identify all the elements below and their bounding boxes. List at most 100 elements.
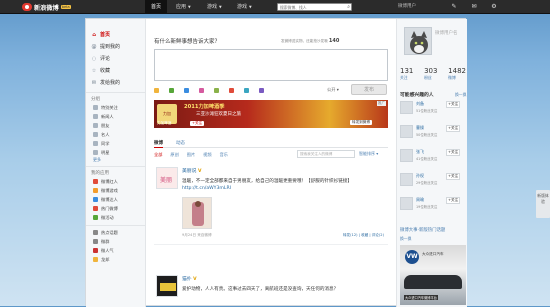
group-item[interactable]: 明星: [86, 148, 145, 157]
tool-video[interactable]: [184, 86, 199, 95]
follow-button[interactable]: +关注: [446, 149, 461, 156]
recommend-person: 张飞 41位粉丝关注 +关注: [400, 149, 466, 167]
filter-images[interactable]: 图片: [187, 152, 195, 160]
search-icon[interactable]: ⌕: [347, 4, 350, 10]
app-item[interactable]: 微博游戏: [86, 186, 145, 195]
nav-home[interactable]: 首页: [145, 0, 168, 14]
app-item[interactable]: 微博达人: [86, 195, 145, 204]
filter-video[interactable]: 视频: [203, 152, 211, 160]
feed-photo[interactable]: [182, 197, 212, 229]
group-item[interactable]: 新闻人: [86, 112, 145, 121]
new-version-button[interactable]: 新版体验: [536, 190, 550, 218]
bottom-item[interactable]: 微群: [86, 237, 145, 246]
tool-emoji[interactable]: [154, 86, 169, 95]
stat-followers[interactable]: 303 粉丝: [424, 67, 437, 81]
avatar[interactable]: [156, 275, 178, 297]
avatar[interactable]: [400, 197, 413, 210]
profile-name[interactable]: 微博用户名: [435, 30, 458, 36]
sidebar-item-mentions[interactable]: @ 提到我的: [86, 41, 145, 53]
group-item[interactable]: 朋友: [86, 121, 145, 130]
hot-topics-title[interactable]: 微博大事·新版热门话题: [400, 227, 445, 233]
app-item[interactable]: 微活动: [86, 213, 145, 222]
tool-long[interactable]: [259, 86, 274, 95]
star-icon: ☆: [91, 68, 97, 74]
avatar[interactable]: [400, 149, 413, 162]
avatar[interactable]: [400, 101, 413, 114]
feed-author[interactable]: 美丽说 V: [182, 167, 201, 174]
feed-search-input[interactable]: 搜索我关注人的微博: [297, 150, 355, 158]
nav-apps[interactable]: 应用 ▼: [170, 0, 197, 14]
mail-icon[interactable]: ✉: [470, 3, 478, 11]
sort-dropdown[interactable]: 智能排序 ▾: [359, 151, 378, 157]
publish-button[interactable]: 发布: [351, 84, 387, 95]
feed-actions[interactable]: 转发(12) | 收藏 | 评论(2): [343, 233, 384, 238]
tool-vote[interactable]: [244, 86, 259, 95]
follow-button[interactable]: +关注: [446, 197, 461, 204]
username-link[interactable]: 微博用户: [398, 0, 416, 14]
follow-button[interactable]: +关注: [446, 125, 461, 132]
sina-weibo-logo[interactable]: 新浪微博 beta: [22, 2, 71, 12]
settings-icon[interactable]: ⚙: [490, 3, 498, 11]
promo-subline: 三亚沙滩狂欢夏日之旅: [196, 112, 241, 117]
person-name[interactable]: 刘备: [416, 101, 424, 107]
tool-image[interactable]: [169, 86, 184, 95]
group-more-link[interactable]: 更多: [86, 157, 145, 163]
sidebar-item-home[interactable]: ⌂ 首页: [86, 29, 145, 41]
stat-following[interactable]: 131 关注: [400, 67, 413, 81]
nav-games-2[interactable]: 游戏 ▼: [231, 0, 258, 14]
center-column: 有什么新鲜事想告诉大家？ 发微博送实物，还能抢沙发哦 140 公开 ▾ 发布 力…: [147, 19, 395, 307]
avatar[interactable]: [400, 125, 413, 138]
visibility-dropdown[interactable]: 公开 ▾: [327, 87, 339, 93]
tab-dynamic[interactable]: 动态: [176, 140, 185, 146]
tool-music[interactable]: [199, 86, 214, 95]
group-item[interactable]: 名人: [86, 130, 145, 139]
filter-original[interactable]: 原创: [170, 152, 178, 160]
emoji-icon: [154, 88, 159, 93]
stat-posts[interactable]: 1482 微博: [448, 67, 466, 81]
person-name[interactable]: 张飞: [416, 149, 424, 155]
person-name[interactable]: 孙权: [416, 173, 424, 179]
main-container: ⌂ 首页 @ 提到我的 ◌ 评论 ☆ 收藏 ✉ 发给我的 分组 特别关注 新闻人 朋友 名…: [85, 18, 467, 307]
app-item[interactable]: 热门微博: [86, 204, 145, 213]
bottom-item[interactable]: 热点话题: [86, 228, 145, 237]
hot-topics-more[interactable]: 换一换: [400, 236, 411, 242]
feed-link[interactable]: http://t.cn/aWY3mLRI: [182, 186, 231, 191]
recommend-refresh[interactable]: 换一换: [455, 92, 466, 98]
publisher-textarea[interactable]: [154, 49, 388, 81]
avatar[interactable]: 美丽: [156, 167, 178, 189]
sidebar-item-messages[interactable]: ✉ 发给我的: [86, 77, 145, 89]
recommend-person: 孙权 29位粉丝关注 +关注: [400, 173, 466, 191]
tool-event[interactable]: [229, 86, 244, 95]
promo-banner[interactable]: 力加 2011力加啤酒季 三亚沙滩狂欢夏日之旅 力加啤酒 +关注 转发到微博 推…: [154, 100, 388, 128]
nav-games[interactable]: 游戏 ▼: [201, 0, 228, 14]
follow-button[interactable]: +关注: [446, 173, 461, 180]
tool-topic[interactable]: [214, 86, 229, 95]
promo-share-button[interactable]: 转发到微博: [350, 120, 372, 125]
compose-icon[interactable]: ✎: [450, 3, 458, 11]
follow-button[interactable]: +关注: [446, 101, 461, 108]
app-item[interactable]: 微博红人: [86, 177, 145, 186]
tab-weibo[interactable]: 微博: [154, 140, 163, 148]
feed-author[interactable]: 猫扑 V: [182, 275, 197, 282]
group-item[interactable]: 同学: [86, 139, 145, 148]
author-name: 猫扑: [182, 277, 192, 282]
side-ad[interactable]: VW 大众进口汽车 大众进口汽车微博平台: [400, 245, 466, 305]
filter-music[interactable]: 音乐: [220, 152, 228, 160]
sidebar-item-favorites[interactable]: ☆ 收藏: [86, 65, 145, 77]
group-item[interactable]: 特别关注: [86, 103, 145, 112]
avatar[interactable]: [400, 173, 413, 186]
promo-account-name[interactable]: 力加啤酒: [157, 121, 171, 126]
sidebar-item-comments[interactable]: ◌ 评论: [86, 53, 145, 65]
search-input[interactable]: [278, 4, 342, 10]
promo-follow-button[interactable]: +关注: [190, 121, 205, 126]
popularity-icon: [93, 248, 98, 253]
sidebar-item-label: 评论: [100, 56, 111, 62]
bottom-item[interactable]: 龙邦: [86, 255, 145, 264]
group-chat-icon: [93, 239, 98, 244]
filter-all[interactable]: 全部: [154, 152, 162, 160]
profile-avatar[interactable]: [404, 27, 432, 55]
person-name[interactable]: 曹操: [416, 125, 424, 131]
feed-item: 美丽 美丽说 V 温暖，不一定全部都来自于男朋友，给自己的温暖更重要哦！【舒服的…: [154, 167, 388, 245]
bottom-item[interactable]: 微人气: [86, 246, 145, 255]
person-name[interactable]: 周瑜: [416, 197, 424, 203]
